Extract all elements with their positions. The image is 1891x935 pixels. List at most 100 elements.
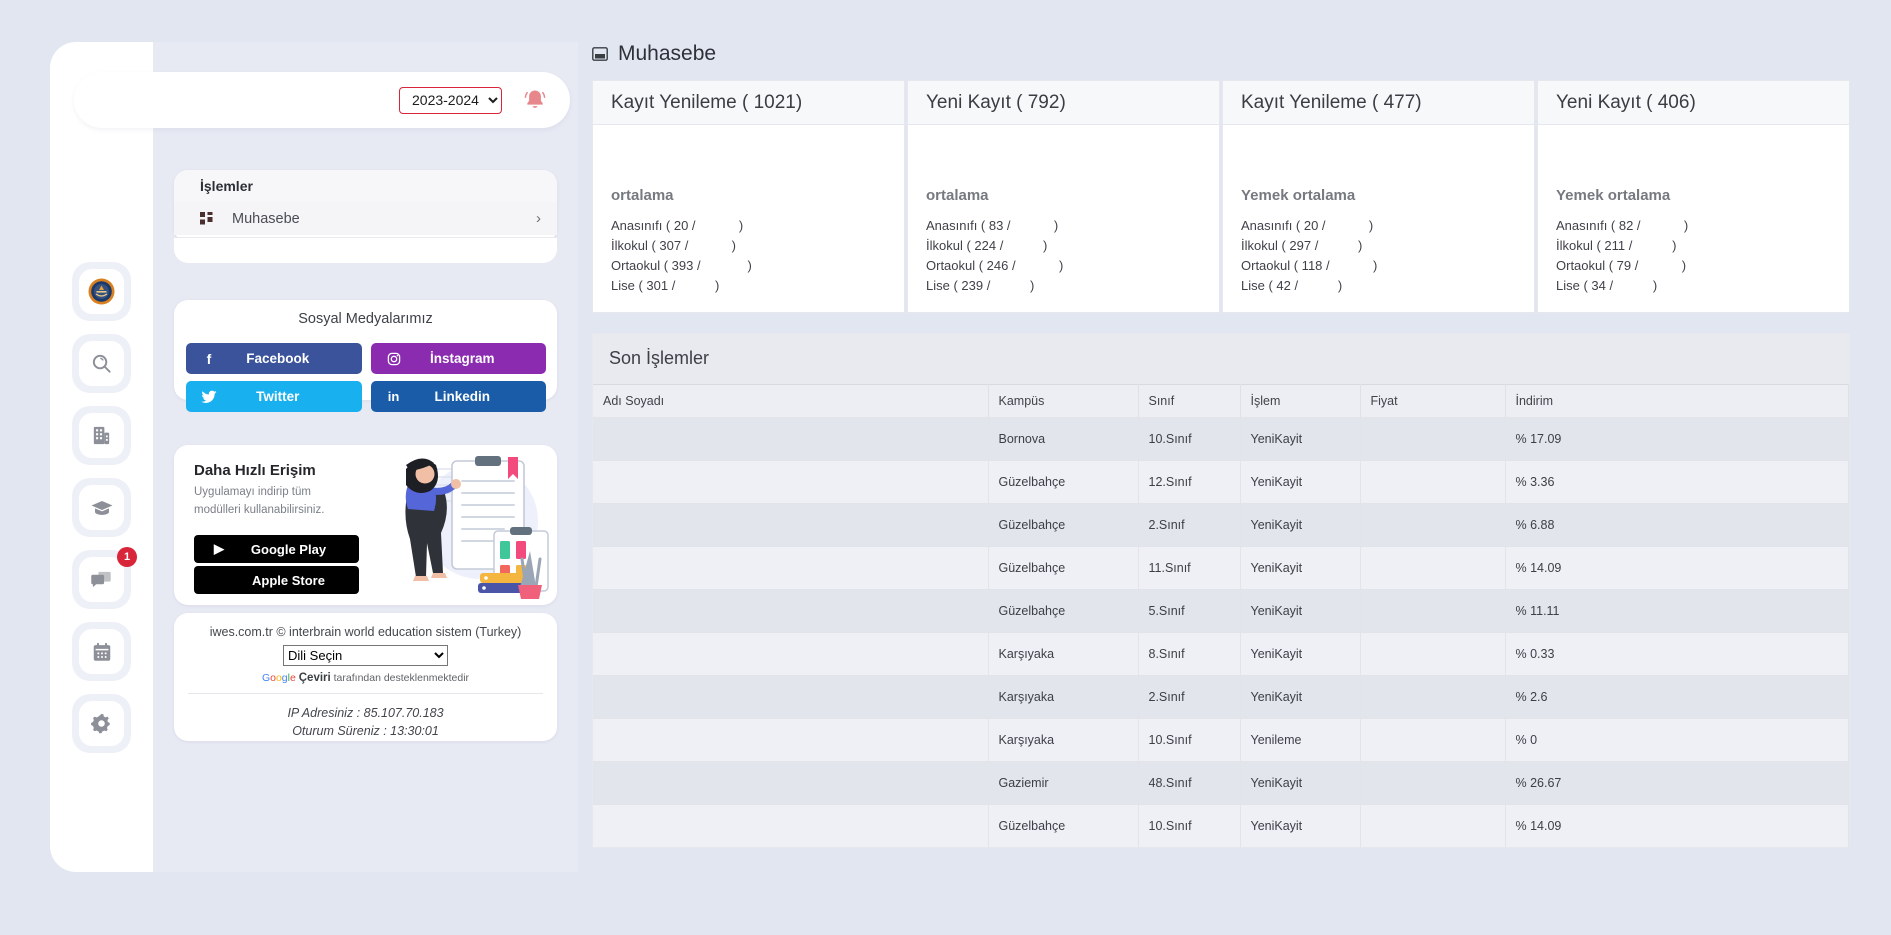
rail-item-search[interactable] <box>72 334 131 393</box>
stat-line: Ortaokul ( 79 / ) <box>1556 257 1687 273</box>
stat-card: Kayıt Yenileme ( 1021) ortalama Anasınıf… <box>592 80 905 313</box>
stat-line: Lise ( 301 / ) <box>611 277 720 293</box>
table-row[interactable]: Güzelbahçe 11.Sınıf YeniKayit % 14.09 <box>593 545 1849 590</box>
cell-indirim: % 6.88 <box>1505 502 1849 547</box>
cell-fiyat <box>1360 416 1506 461</box>
stat-line: Anasınıfı ( 20 / ) <box>1241 218 1374 233</box>
chevron-right-icon: › <box>536 210 541 227</box>
stat-card-lines: Anasınıfı ( 20 / ) İlkokul ( 297 / ) Ort… <box>1241 218 1516 295</box>
islemler-title: İşlemler <box>174 170 557 202</box>
cell-fiyat <box>1360 803 1506 847</box>
table-row[interactable]: Karşıyaka 8.Sınıf YeniKayit % 0.33 <box>593 631 1849 676</box>
column-header-name[interactable]: Adı Soyadı <box>593 383 989 418</box>
rail-item-education[interactable] <box>72 478 131 537</box>
table-row[interactable]: Güzelbahçe 10.Sınıf YeniKayit % 14.09 <box>593 803 1849 847</box>
rail-item-school-logo[interactable] <box>72 262 131 321</box>
table-header-row: Adı Soyadı Kampüs Sınıf İşlem Fiyat İndi… <box>593 383 1849 418</box>
stat-line: Ortaokul ( 393 / ) <box>611 257 752 273</box>
table-row[interactable]: Karşıyaka 10.Sınıf Yenileme % 0 <box>593 717 1849 762</box>
cell-class: 2.Sınıf <box>1138 502 1241 547</box>
cell-islem: YeniKayit <box>1240 545 1361 590</box>
social-title: Sosyal Medyalarımız <box>298 311 433 327</box>
cell-name <box>593 631 989 676</box>
rail-item-calendar[interactable] <box>72 622 131 681</box>
chat-wrapper <box>79 557 124 602</box>
column-header-islem[interactable]: İşlem <box>1240 383 1361 418</box>
cell-class: 5.Sınıf <box>1138 588 1241 633</box>
stat-card-body: Yemek ortalama Anasınıfı ( 20 / ) İlkoku… <box>1223 125 1534 312</box>
main-content: Muhasebe Kayıt Yenileme ( 1021) ortalama… <box>592 42 1850 848</box>
stat-line: Anasınıfı ( 82 / ) <box>1556 218 1689 233</box>
table-row[interactable]: Karşıyaka 2.Sınıf YeniKayit % 2.6 <box>593 674 1849 719</box>
cell-campus: Güzelbahçe <box>988 545 1139 590</box>
social-button-facebook[interactable]: f Facebook <box>186 343 362 374</box>
stat-card: Yeni Kayıt ( 406) Yemek ortalama Anasını… <box>1537 80 1850 313</box>
cell-campus: Gaziemir <box>988 760 1139 805</box>
stat-card-body: ortalama Anasınıfı ( 83 / ) İlkokul ( 22… <box>908 125 1219 312</box>
page-title-text: Muhasebe <box>618 42 717 65</box>
column-header-indirim[interactable]: İndirim <box>1505 383 1849 418</box>
column-header-fiyat[interactable]: Fiyat <box>1360 383 1506 418</box>
cell-name <box>593 545 989 590</box>
cell-indirim: % 3.36 <box>1505 459 1849 504</box>
cell-indirim: % 11.11 <box>1505 588 1849 633</box>
column-header-campus[interactable]: Kampüs <box>988 383 1139 418</box>
cell-campus: Karşıyaka <box>988 674 1139 719</box>
linkedin-icon: in <box>387 389 400 404</box>
google-translate-credit: Google Çeviri tarafından desteklenmekted… <box>174 672 557 684</box>
social-button-twitter[interactable]: Twitter <box>186 381 362 412</box>
cell-campus: Güzelbahçe <box>988 803 1139 847</box>
rail-item-settings[interactable] <box>72 694 131 753</box>
cell-fiyat <box>1360 459 1506 504</box>
islemler-divider <box>174 237 557 238</box>
stat-line: İlkokul ( 297 / ) <box>1241 237 1363 253</box>
cell-campus: Güzelbahçe <box>988 459 1139 504</box>
table-row[interactable]: Bornova 10.Sınıf YeniKayit % 17.09 <box>593 416 1849 461</box>
table-row[interactable]: Güzelbahçe 2.Sınıf YeniKayit % 6.88 <box>593 502 1849 547</box>
table-row[interactable]: Güzelbahçe 12.Sınıf YeniKayit % 3.36 <box>593 459 1849 504</box>
table-row[interactable]: Gaziemir 48.Sınıf YeniKayit % 26.67 <box>593 760 1849 805</box>
rail-item-messages[interactable]: 1 <box>72 547 137 609</box>
stat-line: Ortaokul ( 246 / ) <box>926 257 1064 273</box>
table-row[interactable]: Güzelbahçe 5.Sınıf YeniKayit % 11.11 <box>593 588 1849 633</box>
social-button-linkedin[interactable]: in Linkedin <box>370 381 546 412</box>
translate-rest: tarafından desteklenmektedir <box>330 672 470 684</box>
google-play-button[interactable]: ▶ Google Play <box>194 535 359 563</box>
cell-indirim: % 17.09 <box>1505 416 1849 461</box>
sidebar-item-muhasebe[interactable]: Muhasebe › <box>174 202 557 235</box>
stat-card-lines: Anasınıfı ( 83 / ) İlkokul ( 224 / ) Ort… <box>926 218 1201 295</box>
cell-name <box>593 674 989 719</box>
cell-fiyat <box>1360 760 1506 805</box>
academic-year-select[interactable]: 2023-2024 2022-2023 2021-2022 <box>399 86 502 114</box>
stat-line: Lise ( 239 / ) <box>926 277 1035 293</box>
stat-card-header: Kayıt Yenileme ( 477) <box>1223 81 1534 125</box>
gear-icon <box>91 713 110 734</box>
apple-store-button[interactable]: Apple Store <box>194 566 359 594</box>
cell-islem: YeniKayit <box>1240 760 1361 805</box>
ip-address-line: IP Adresiniz : 85.107.70.183 <box>287 706 444 720</box>
graduation-cap-wrapper <box>79 485 124 530</box>
cell-fiyat <box>1360 545 1506 590</box>
column-header-class[interactable]: Sınıf <box>1138 383 1241 418</box>
cell-islem: YeniKayit <box>1240 631 1361 676</box>
app-promo-subtitle: Uygulamayı indirip tüm modülleri kullana… <box>194 486 325 516</box>
cell-islem: YeniKayit <box>1240 674 1361 719</box>
rail-item-campus[interactable] <box>72 406 131 465</box>
cell-campus: Güzelbahçe <box>988 502 1139 547</box>
google-wordmark: Google <box>261 672 296 684</box>
cell-name <box>593 803 989 847</box>
calendar-icon <box>93 642 110 661</box>
cell-islem: YeniKayit <box>1240 502 1361 547</box>
cell-campus: Bornova <box>988 416 1139 461</box>
translate-word: Çeviri <box>298 672 331 684</box>
search-wrapper <box>79 341 124 386</box>
social-button-instagram[interactable]: İnstagram <box>370 343 546 374</box>
messages-badge: 1 <box>117 547 137 567</box>
cell-class: 10.Sınıf <box>1138 803 1241 847</box>
footer-card: iwes.com.tr © interbrain world education… <box>174 613 557 741</box>
apple-store-label: Apple Store <box>252 572 325 588</box>
cell-name <box>593 717 989 762</box>
building-wrapper <box>79 413 124 458</box>
language-select[interactable]: Dili Seçin Türkçe English <box>283 645 448 666</box>
notification-bell-icon[interactable] <box>518 83 552 117</box>
